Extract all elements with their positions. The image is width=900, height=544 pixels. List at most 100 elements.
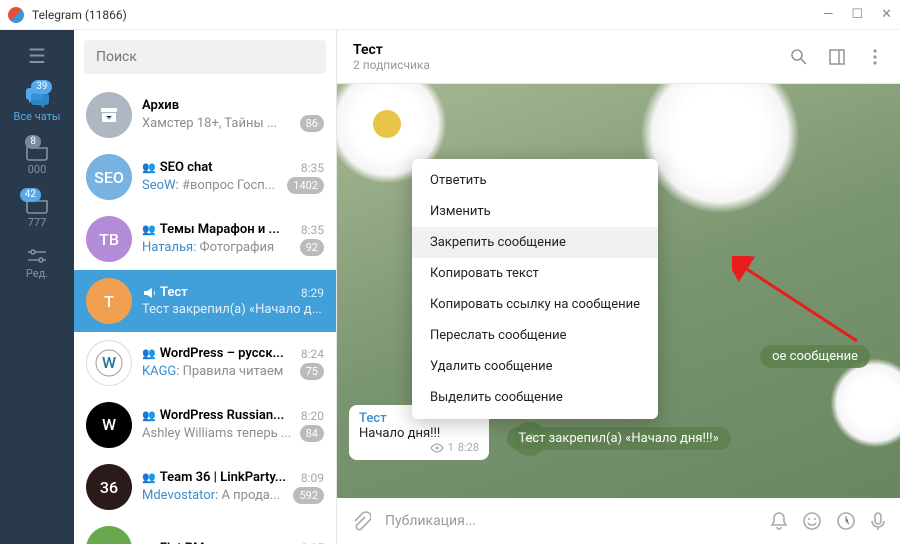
chat-avatar: Т	[86, 278, 132, 324]
rail-all-chats[interactable]: 39 Все чаты	[14, 86, 61, 123]
attach-button[interactable]	[351, 511, 371, 532]
schedule-button[interactable]	[836, 511, 856, 532]
rail-folder-000[interactable]: 8 000	[25, 141, 49, 176]
svg-text:W: W	[102, 415, 116, 434]
chat-preview: KAGG: Правила читаем	[142, 364, 294, 379]
context-menu-item[interactable]: Удалить сообщение	[412, 351, 658, 382]
silent-button[interactable]	[770, 511, 788, 532]
message-views: 1	[448, 441, 454, 454]
titlebar: Telegram (11866) — ☐ ✕	[0, 0, 900, 30]
annotation-arrow-icon	[732, 256, 862, 346]
composer: Публикация...	[337, 498, 900, 544]
rail-badge: 42	[20, 188, 41, 202]
chat-name: SEO chat	[160, 160, 295, 175]
voice-button[interactable]	[870, 511, 886, 532]
channel-icon	[142, 287, 156, 299]
messages-area[interactable]: ое сообщение ОтветитьИзменитьЗакрепить с…	[337, 84, 900, 498]
pinned-pill[interactable]: ое сообщение	[760, 345, 870, 368]
chat-time: 8:20	[301, 409, 324, 423]
chat-item[interactable]: ТВ 👥 Темы Марафон и ... 8:35 Наталья: Фотогр…	[74, 208, 336, 270]
chat-time: 8:24	[301, 347, 324, 361]
message-time: 8:28	[458, 441, 479, 454]
rail-badge: 8	[25, 135, 41, 149]
chat-name: Flat PM - вопросы ...	[160, 541, 295, 544]
chat-time: 8:35	[301, 223, 324, 237]
chat-avatar: ТВ	[86, 216, 132, 262]
maximize-button[interactable]: ☐	[851, 7, 863, 22]
unread-badge: 92	[300, 239, 324, 256]
app-logo-icon	[8, 7, 24, 23]
chat-item[interactable]: Архив Хамстер 18+, Тайны ... 86	[74, 84, 336, 146]
composer-input[interactable]: Публикация...	[385, 513, 756, 529]
rail-label: 777	[25, 216, 49, 229]
more-button[interactable]	[866, 47, 884, 67]
chat-time: 8:09	[301, 471, 324, 485]
minimize-button[interactable]: —	[823, 7, 833, 22]
chat-avatar: W	[86, 402, 132, 448]
chat-time: 8:35	[301, 161, 324, 175]
chat-name: WordPress – русск...	[160, 346, 295, 361]
folder-rail: ☰ 39 Все чаты 8 000 42 777 Ред.	[0, 30, 74, 544]
chat-preview: Наталья: Фотография	[142, 240, 294, 255]
search-container	[74, 30, 336, 84]
conversation-subtitle: 2 подписчика	[353, 58, 430, 72]
message-text: Начало дня!!!	[359, 426, 479, 441]
rail-label: 000	[25, 163, 49, 176]
chat-avatar: 36	[86, 464, 132, 510]
chat-item[interactable]: SEO👥SEO chat8:35SeoW: #вопрос Госп...140…	[74, 146, 336, 208]
rail-edit[interactable]: Ред.	[26, 247, 48, 280]
chat-name: Темы Марафон и ...	[160, 222, 295, 237]
chat-avatar	[86, 526, 132, 544]
conversation-pane: Тест 2 подписчика ое сообщение ОтветитьИ…	[337, 30, 900, 544]
chat-item[interactable]: 36👥Team 36 | LinkParty...8:09Mdevostator…	[74, 456, 336, 518]
chat-preview: SeoW: #вопрос Госп...	[142, 178, 281, 193]
chat-name: Тест	[160, 285, 295, 300]
chats-container: АрхивХамстер 18+, Тайны ...86SEO👥SEO cha…	[74, 84, 336, 544]
eye-icon	[430, 443, 444, 453]
search-in-chat-button[interactable]	[790, 47, 808, 67]
window-title: Telegram (11866)	[32, 8, 127, 22]
conversation-title[interactable]: Тест	[353, 42, 430, 58]
unread-badge: 84	[300, 425, 324, 442]
wordpress-icon: W	[94, 410, 124, 440]
rail-label: Все чаты	[14, 110, 61, 123]
context-menu-item[interactable]: Переслать сообщение	[412, 320, 658, 351]
rail-folder-777[interactable]: 42 777	[25, 194, 49, 229]
close-button[interactable]: ✕	[881, 7, 892, 22]
conversation-header: Тест 2 подписчика	[337, 30, 900, 84]
group-icon: 👥	[142, 347, 156, 360]
unread-badge: 75	[300, 363, 324, 380]
context-menu-item[interactable]: Копировать ссылку на сообщение	[412, 289, 658, 320]
background-flower-icon	[640, 84, 800, 214]
chat-preview: Ashley Williams теперь ...	[142, 426, 294, 441]
chat-name: Архив	[142, 98, 324, 113]
chat-item[interactable]: 👥Flat PM - вопросы ...8:05	[74, 518, 336, 544]
emoji-button[interactable]	[802, 511, 822, 532]
chat-item[interactable]: W 👥 WordPress Russian... 8:20 Ashley William…	[74, 394, 336, 456]
chat-name: Team 36 | LinkParty...	[160, 470, 295, 485]
window-controls: — ☐ ✕	[823, 7, 892, 22]
chat-avatar: W	[86, 340, 132, 386]
unread-badge: 86	[300, 115, 324, 132]
context-menu-item[interactable]: Закрепить сообщение	[412, 227, 658, 258]
chat-preview: Хамстер 18+, Тайны ...	[142, 116, 294, 131]
chat-list: АрхивХамстер 18+, Тайны ...86SEO👥SEO cha…	[74, 30, 337, 544]
unread-badge: 1402	[287, 177, 324, 194]
menu-button[interactable]: ☰	[28, 44, 46, 68]
group-icon: 👥	[142, 409, 156, 422]
rail-badge: 39	[31, 80, 52, 94]
chat-item[interactable]: ТТест8:29Тест закрепил(а) «Начало д...	[74, 270, 336, 332]
sidepanel-button[interactable]	[828, 47, 846, 67]
system-message[interactable]: Тест закрепил(а) «Начало дня!!!»	[506, 427, 730, 450]
context-menu-item[interactable]: Ответить	[412, 165, 658, 196]
chat-name: WordPress Russian...	[160, 408, 295, 423]
context-menu-item[interactable]: Выделить сообщение	[412, 382, 658, 413]
chat-item[interactable]: W 👥 WordPress – русск... 8:24 KAGG: Правила …	[74, 332, 336, 394]
context-menu-item[interactable]: Изменить	[412, 196, 658, 227]
context-menu-item[interactable]: Копировать текст	[412, 258, 658, 289]
chat-preview: Mdevostator: А прода...	[142, 488, 287, 503]
svg-text:W: W	[102, 353, 116, 372]
search-input[interactable]	[84, 40, 326, 74]
message-meta: 1 8:28	[359, 441, 479, 454]
group-icon: 👥	[142, 223, 156, 236]
